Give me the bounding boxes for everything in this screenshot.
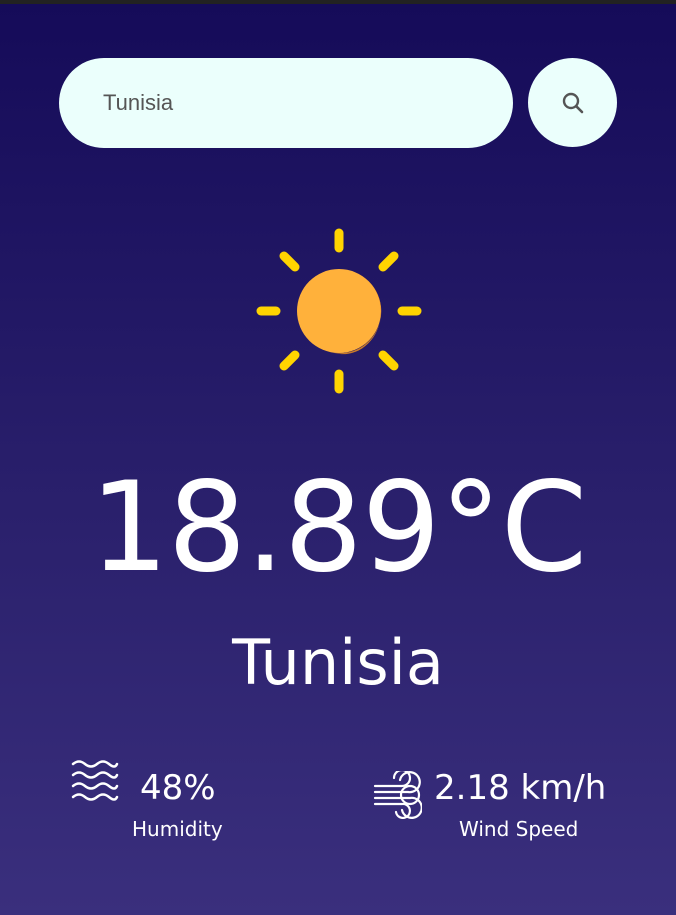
wind-icon: [372, 768, 423, 823]
city-name: Tunisia: [232, 626, 444, 699]
wind-detail: 2.18 km/h Wind Speed: [370, 759, 630, 849]
sun-icon: [256, 228, 422, 394]
humidity-label: Humidity: [132, 817, 223, 841]
humidity-icon: [70, 759, 120, 809]
weather-app: 18.89°C Tunisia 48% Humidity 2.18 km/h W…: [0, 0, 676, 915]
search-bar: [59, 58, 617, 148]
weather-icon: [254, 226, 424, 400]
search-input[interactable]: [59, 58, 513, 148]
humidity-detail: 48% Humidity: [70, 759, 270, 849]
search-icon: [562, 92, 583, 113]
wind-value: 2.18 km/h: [434, 768, 607, 808]
temperature: 18.89°C: [89, 456, 588, 600]
humidity-value: 48%: [140, 768, 216, 808]
search-button[interactable]: [528, 58, 617, 147]
wind-label: Wind Speed: [459, 817, 579, 841]
